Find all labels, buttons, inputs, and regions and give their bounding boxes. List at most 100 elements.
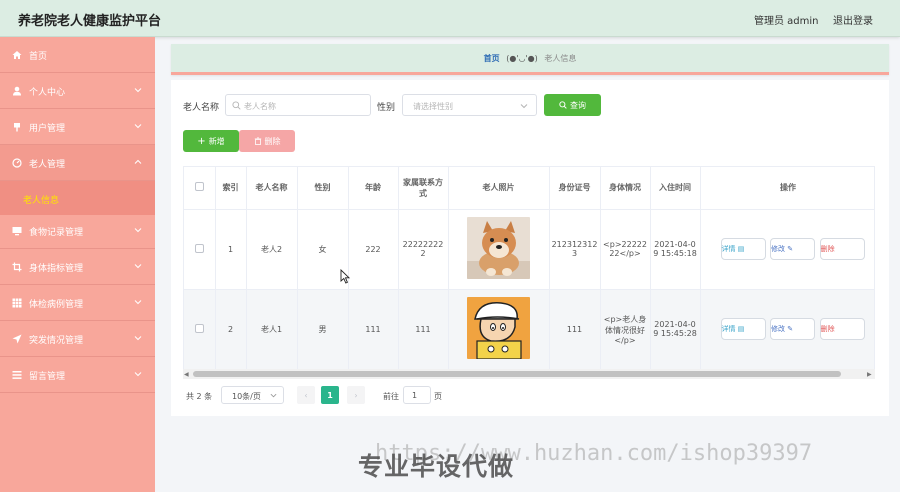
total-count: 共 2 条 [186, 392, 213, 401]
row-checkbox[interactable] [184, 289, 216, 370]
breadcrumb-current: 老人信息 [544, 54, 577, 63]
column-header: 索引 [215, 167, 247, 210]
logout-link[interactable]: 退出登录 [833, 12, 873, 27]
batch-delete-label: 删除 [264, 136, 281, 146]
sidebar-item-label: 老人管理 [29, 160, 66, 170]
search-icon [559, 101, 567, 109]
chevron-down-icon [134, 336, 142, 341]
page-suffix: 页 [434, 392, 442, 401]
horizontal-scrollbar[interactable]: ◀ ▶ [183, 369, 875, 379]
sidebar-item-elder-management[interactable]: 老人管理 [0, 145, 155, 181]
sidebar: 首页 个人中心 用户管理 老人管理 老人信息 食物记录管理 身体指标管理 体检病… [0, 37, 155, 492]
cell-photo [448, 289, 550, 370]
send-icon [12, 334, 22, 344]
column-header: 入住时间 [650, 167, 701, 210]
edit-button[interactable]: 修改 ✎ [770, 318, 816, 340]
user-icon [12, 86, 22, 96]
name-search-input[interactable]: 老人名称 [225, 94, 371, 116]
sidebar-item-checkup-cases[interactable]: 体检病例管理 [0, 285, 155, 321]
gender-filter-label: 性别 [377, 103, 396, 113]
cell-id-number: 111 [549, 289, 601, 370]
page-size-select[interactable]: 10条/页 [221, 386, 284, 404]
dashboard-icon [12, 158, 22, 168]
cell-name: 老人1 [246, 289, 298, 370]
sidebar-item-food-records[interactable]: 食物记录管理 [0, 213, 155, 249]
chevron-down-icon [134, 88, 142, 93]
cell-age: 111 [348, 289, 399, 370]
goto-page-input[interactable]: 1 [403, 386, 431, 404]
edit-button[interactable]: 修改 ✎ [770, 238, 816, 260]
cell-id-number: 2123123123 [549, 209, 601, 290]
sidebar-item-messages[interactable]: 留言管理 [0, 357, 155, 393]
cell-health: <p>2222222</p> [600, 209, 651, 290]
batch-delete-button[interactable]: 删除 [239, 130, 295, 152]
chevron-down-icon [270, 393, 277, 398]
cell-checkin: 2021-04-09 15:45:28 [650, 289, 701, 370]
elder-table: 索引 老人名称 性别 年龄 家属联系方式 老人照片 身份证号 身体情况 入住时间… [183, 166, 875, 379]
delete-button[interactable]: 删除 [819, 238, 865, 260]
delete-button[interactable]: 删除 [819, 318, 865, 340]
trash-icon [254, 137, 261, 145]
sidebar-item-label: 留言管理 [29, 372, 66, 382]
pin-icon [12, 122, 22, 132]
shiba-dog-photo [467, 217, 530, 279]
query-button[interactable]: 查询 [544, 94, 601, 116]
scroll-right-arrow[interactable]: ▶ [867, 371, 872, 378]
column-header: 操作 [700, 167, 874, 210]
monitor-icon [12, 226, 22, 236]
cell-name: 老人2 [246, 209, 298, 290]
gender-select[interactable]: 请选择性别 [402, 94, 537, 116]
cell-health: <p>老人身体情况很好</p> [600, 289, 651, 370]
sidebar-item-user-management[interactable]: 用户管理 [0, 109, 155, 145]
sidebar-item-home[interactable]: 首页 [0, 37, 155, 73]
prev-page-button[interactable]: ‹ [297, 386, 315, 404]
cell-contact: 222222222 [398, 209, 449, 290]
cell-index: 1 [215, 209, 247, 290]
sidebar-subitem-label: 老人信息 [23, 196, 60, 206]
chevron-down-icon [134, 300, 142, 305]
app-title: 养老院老人健康监护平台 [18, 14, 162, 29]
row-checkbox[interactable] [184, 209, 216, 290]
name-search-placeholder: 老人名称 [244, 102, 276, 111]
column-header: 家属联系方式 [398, 167, 449, 210]
cell-index: 2 [215, 289, 247, 370]
mouse-cursor-icon [340, 269, 351, 284]
next-page-button[interactable]: › [347, 386, 365, 404]
top-header: 养老院老人健康监护平台 管理员 admin 退出登录 [0, 0, 900, 37]
chevron-down-icon [134, 372, 142, 377]
cell-photo [448, 209, 550, 290]
current-user-label: 管理员 admin [754, 16, 819, 27]
sidebar-item-label: 用户管理 [29, 124, 66, 134]
sidebar-item-label: 个人中心 [29, 88, 66, 98]
page-number-current[interactable]: 1 [321, 386, 339, 404]
sidebar-item-label: 身体指标管理 [29, 264, 84, 274]
sidebar-item-body-metrics[interactable]: 身体指标管理 [0, 249, 155, 285]
chevron-down-icon [134, 264, 142, 269]
breadcrumb-home-link[interactable]: 首页 [484, 54, 500, 63]
scroll-left-arrow[interactable]: ◀ [184, 371, 189, 378]
chevron-down-icon [520, 104, 528, 109]
goto-label: 前往 [383, 392, 399, 401]
sidebar-item-label: 体检病例管理 [29, 300, 84, 310]
page-size-value: 10条/页 [232, 392, 261, 401]
chevron-down-icon [134, 228, 142, 233]
sidebar-item-personal-center[interactable]: 个人中心 [0, 73, 155, 109]
sidebar-item-emergencies[interactable]: 突发情况管理 [0, 321, 155, 357]
sidebar-subitem-elder-info[interactable]: 老人信息 [0, 181, 155, 215]
scrollbar-thumb[interactable] [193, 371, 841, 377]
gender-select-placeholder: 请选择性别 [413, 102, 453, 111]
table-row: 1 老人2 女 222 222222222 2123123123 <p>2222… [184, 209, 874, 290]
detail-button[interactable]: 详情 ▤ [720, 238, 766, 260]
cell-actions: 详情 ▤ 修改 ✎ 删除 [700, 289, 874, 370]
cell-checkin: 2021-04-09 15:45:18 [650, 209, 701, 290]
detail-button[interactable]: 详情 ▤ [720, 318, 766, 340]
watermark-text: 专业毕设代做 [358, 452, 515, 481]
add-button[interactable]: + 新增 [183, 130, 239, 152]
sidebar-item-label: 食物记录管理 [29, 228, 84, 238]
table-row: 2 老人1 男 111 111 111 <p>老人身体情况很好</p> 2021… [184, 289, 874, 370]
cartoon-boy-photo [467, 297, 530, 359]
breadcrumb-face: (●'◡'●) [506, 54, 538, 63]
crop-icon [12, 262, 22, 272]
goto-page-value: 1 [412, 391, 418, 400]
select-all-checkbox[interactable] [184, 167, 216, 210]
